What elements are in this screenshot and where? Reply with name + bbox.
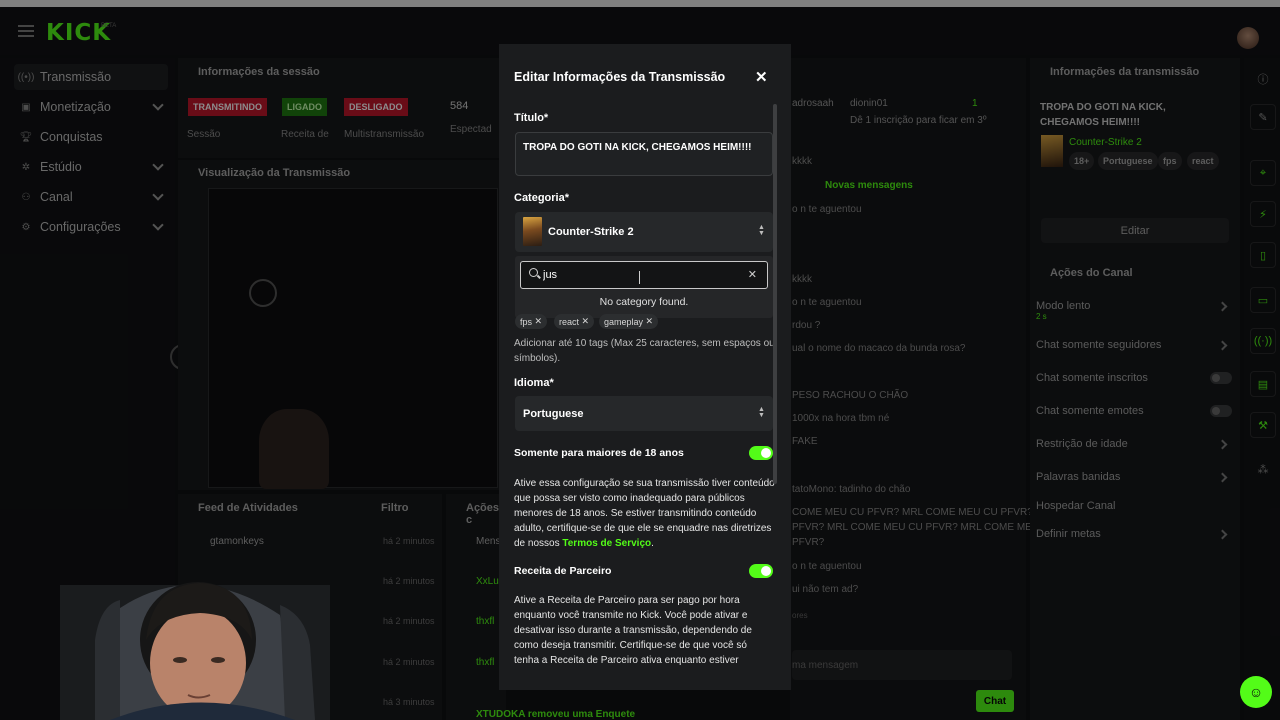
- sort-icon: ▲ ▼: [758, 224, 765, 237]
- remove-tag-icon[interactable]: ✕: [582, 316, 590, 327]
- mature-help-end: .: [651, 538, 654, 549]
- remove-tag-icon[interactable]: ✕: [535, 316, 543, 327]
- title-field[interactable]: TROPA DO GOTI NA KICK, CHEGAMOS HEIM!!!!: [515, 132, 773, 176]
- category-search-dropdown: ✕ No category found.: [515, 256, 773, 318]
- mature-label: Somente para maiores de 18 anos: [514, 447, 684, 459]
- tag-chip-label: react: [559, 316, 580, 327]
- mature-toggle[interactable]: [749, 446, 773, 460]
- language-value: Portuguese: [523, 407, 584, 420]
- modal-scrollbar[interactable]: [773, 104, 777, 484]
- language-label: Idioma*: [514, 377, 554, 389]
- search-icon: [529, 268, 538, 277]
- category-label: Categoria*: [514, 192, 570, 204]
- category-value: Counter-Strike 2: [548, 226, 634, 238]
- mature-help-text: Ative essa configuração se sua transmiss…: [514, 476, 776, 551]
- text-cursor-icon: [639, 271, 640, 284]
- modal-title: Editar Informações da Transmissão: [514, 70, 726, 84]
- remove-tag-icon[interactable]: ✕: [646, 316, 654, 327]
- clear-icon[interactable]: ✕: [748, 268, 757, 281]
- title-label: Título*: [514, 112, 549, 124]
- help-chat-icon[interactable]: ☺: [1240, 676, 1272, 708]
- mature-toggle-row: Somente para maiores de 18 anos: [514, 447, 774, 459]
- partner-toggle-row: Receita de Parceiro: [514, 565, 774, 577]
- partner-toggle[interactable]: [749, 564, 773, 578]
- tag-chip[interactable]: react ✕: [554, 314, 595, 329]
- partner-help-text: Ative a Receita de Parceiro para ser pag…: [514, 595, 752, 666]
- no-category-message: No category found.: [599, 296, 689, 308]
- edit-stream-modal: Editar Informações da Transmissão ✕ Títu…: [499, 44, 791, 690]
- language-select[interactable]: Portuguese ▲ ▼: [515, 396, 773, 431]
- webcam-overlay: [60, 582, 330, 720]
- search-input[interactable]: [543, 266, 733, 284]
- tag-chip-label: fps: [520, 316, 533, 327]
- close-icon[interactable]: ✕: [755, 68, 768, 86]
- tags-help-text: Adicionar até 10 tags (Max 25 caracteres…: [514, 338, 775, 364]
- sort-icon: ▲ ▼: [758, 406, 765, 419]
- partner-label: Receita de Parceiro: [514, 565, 612, 577]
- category-select[interactable]: Counter-Strike 2 ▲ ▼: [515, 212, 773, 252]
- tag-chip[interactable]: gameplay ✕: [599, 314, 659, 329]
- tag-chip-label: gameplay: [604, 316, 644, 327]
- category-search[interactable]: ✕: [520, 261, 768, 289]
- terms-of-service-link[interactable]: Termos de Serviço: [562, 538, 651, 549]
- category-thumbnail: [523, 217, 542, 246]
- tag-chip[interactable]: fps ✕: [515, 314, 548, 329]
